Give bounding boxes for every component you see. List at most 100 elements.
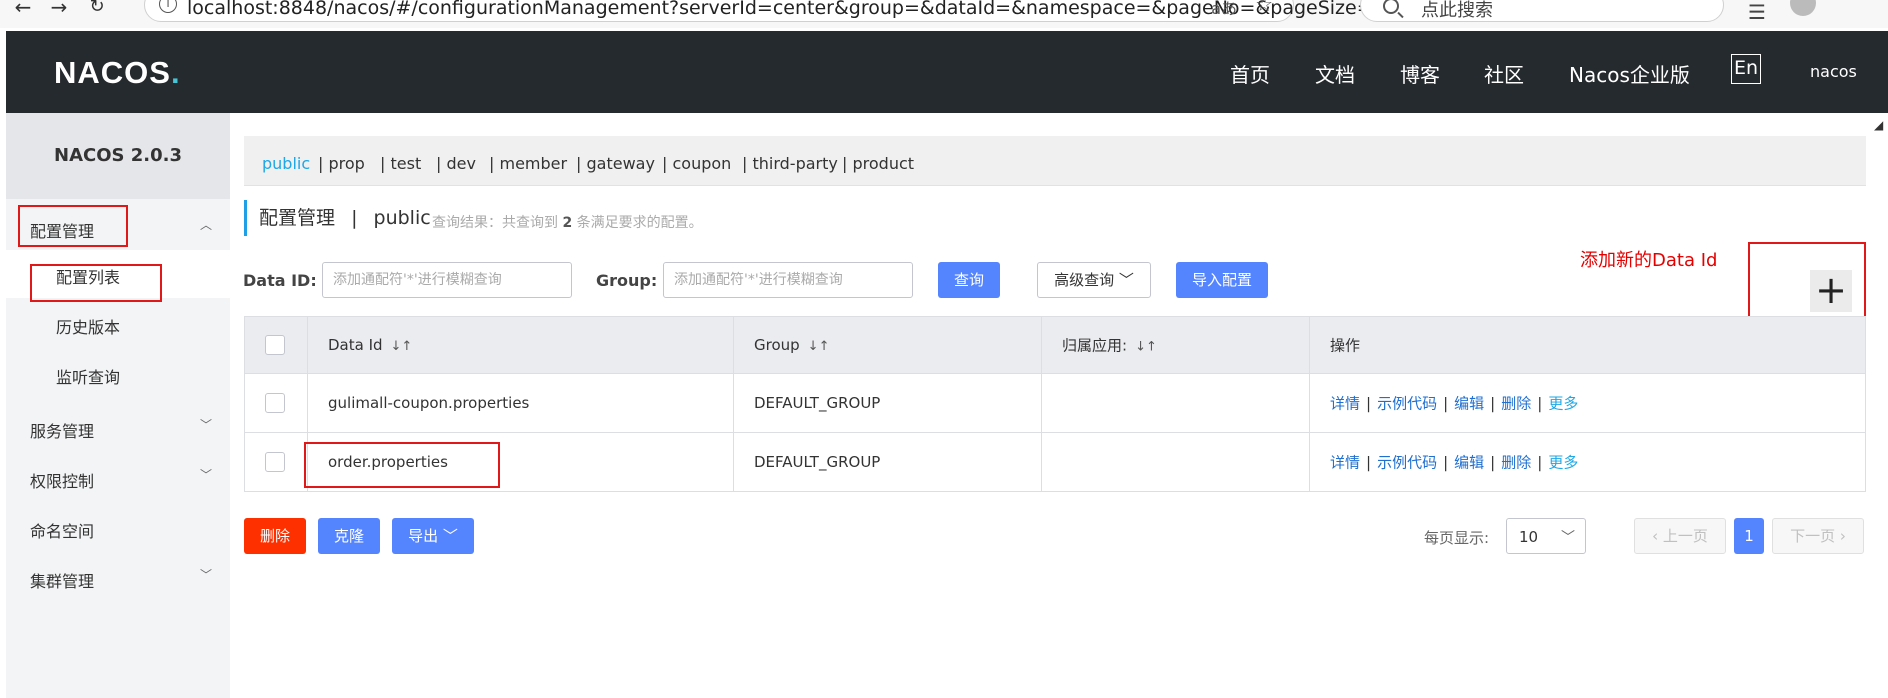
sidebar-item-label: 历史版本 bbox=[56, 318, 121, 337]
batch-delete-button[interactable]: 删除 bbox=[244, 518, 306, 554]
browser-search-placeholder: 点此搜索 bbox=[1421, 0, 1493, 21]
cell-data-id: gulimall-coupon.properties bbox=[307, 374, 733, 432]
favorite-star-icon[interactable]: ☆ bbox=[1255, 0, 1273, 16]
more-link[interactable]: 更多 bbox=[1548, 395, 1578, 413]
sidebar: NACOS 2.0.3 配置管理 ︿ 配置列表 历史版本 监听查询 服务管理 ﹀… bbox=[6, 113, 230, 698]
delete-link[interactable]: 删除 bbox=[1501, 454, 1531, 472]
cell-operations: 详情 | 示例代码 | 编辑 | 删除 | 更多 bbox=[1309, 374, 1865, 432]
sidebar-item-permission[interactable]: 权限控制 ﹀ bbox=[6, 458, 230, 498]
nav-enterprise[interactable]: Nacos企业版 bbox=[1569, 59, 1690, 88]
more-link[interactable]: 更多 bbox=[1548, 454, 1578, 472]
table-row: gulimall-coupon.properties DEFAULT_GROUP… bbox=[244, 374, 1866, 433]
page-title: 配置管理 | public bbox=[244, 200, 431, 236]
sidebar-version-title: NACOS 2.0.3 bbox=[6, 113, 230, 199]
group-search-input[interactable] bbox=[663, 262, 913, 298]
detail-link[interactable]: 详情 bbox=[1330, 395, 1360, 413]
current-page-button[interactable]: 1 bbox=[1734, 518, 1764, 554]
edit-link[interactable]: 编辑 bbox=[1454, 395, 1484, 413]
browser-toolbar: ← → ↻ i localhost:8848/nacos/#/configura… bbox=[0, 0, 1888, 28]
sidebar-item-label: 权限控制 bbox=[30, 472, 95, 491]
query-button[interactable]: 查询 bbox=[938, 262, 1000, 298]
chevron-left-icon: ‹ bbox=[1652, 527, 1659, 545]
chevron-right-icon: › bbox=[1839, 527, 1846, 545]
nav-home[interactable]: 首页 bbox=[1230, 59, 1270, 88]
sidebar-item-cluster[interactable]: 集群管理 ﹀ bbox=[6, 558, 230, 598]
add-config-plus-button[interactable]: + bbox=[1810, 270, 1852, 312]
import-config-button[interactable]: 导入配置 bbox=[1176, 262, 1268, 298]
namespace-public[interactable]: public bbox=[262, 154, 310, 173]
chevron-down-icon: ﹀ bbox=[1561, 530, 1575, 546]
cell-group: DEFAULT_GROUP bbox=[733, 433, 1041, 491]
address-bar[interactable]: i localhost:8848/nacos/#/configurationMa… bbox=[144, 0, 1495, 22]
export-button[interactable]: 导出 ﹀ bbox=[392, 518, 474, 554]
namespace-prop[interactable]: | prop bbox=[318, 154, 365, 173]
nacos-logo[interactable]: NACOS. bbox=[54, 55, 181, 91]
sidebar-item-history[interactable]: 历史版本 bbox=[6, 300, 230, 348]
delete-link[interactable]: 删除 bbox=[1501, 395, 1531, 413]
group-filter-label: Group: bbox=[596, 271, 658, 290]
next-page-button[interactable]: 下一页 › bbox=[1772, 518, 1864, 554]
sidebar-item-listener[interactable]: 监听查询 bbox=[6, 350, 230, 398]
header-group[interactable]: Group ↓↑ bbox=[733, 317, 1041, 373]
nav-community[interactable]: 社区 bbox=[1484, 59, 1524, 88]
sidebar-item-label: 监听查询 bbox=[56, 368, 121, 387]
top-navigation: NACOS. 首页 文档 博客 社区 Nacos企业版 En nacos bbox=[6, 31, 1888, 113]
sidebar-item-service-management[interactable]: 服务管理 ﹀ bbox=[6, 408, 230, 448]
address-url: localhost:8848/nacos/#/configurationMana… bbox=[187, 0, 1496, 19]
sample-code-link[interactable]: 示例代码 bbox=[1377, 395, 1437, 413]
favorites-list-icon[interactable]: ☰ bbox=[1748, 0, 1766, 24]
namespace-dev[interactable]: | dev bbox=[436, 154, 476, 173]
cell-group: DEFAULT_GROUP bbox=[733, 374, 1041, 432]
prev-page-button[interactable]: ‹ 上一页 bbox=[1634, 518, 1726, 554]
sidebar-item-namespace[interactable]: 命名空间 bbox=[6, 508, 230, 548]
table-header: Data Id ↓↑ Group ↓↑ 归属应用: ↓↑ 操作 bbox=[244, 316, 1866, 374]
row-checkbox[interactable] bbox=[265, 452, 285, 472]
sidebar-item-label: 服务管理 bbox=[30, 422, 95, 441]
namespace-gateway[interactable]: | gateway bbox=[576, 154, 655, 173]
user-name[interactable]: nacos bbox=[1810, 62, 1857, 81]
edit-link[interactable]: 编辑 bbox=[1454, 454, 1484, 472]
browser-search-box[interactable]: 点此搜索 bbox=[1360, 0, 1724, 22]
chevron-up-icon: ︿ bbox=[199, 218, 212, 232]
nav-docs[interactable]: 文档 bbox=[1315, 59, 1355, 88]
forward-arrow-icon[interactable]: → bbox=[46, 0, 72, 20]
namespace-member[interactable]: | member bbox=[489, 154, 567, 173]
nav-blog[interactable]: 博客 bbox=[1400, 59, 1440, 88]
sort-icon[interactable]: ↓↑ bbox=[391, 339, 413, 354]
annotation-add-data-id: 添加新的Data Id bbox=[1580, 250, 1718, 271]
chevron-down-icon: ﹀ bbox=[442, 527, 458, 545]
sidebar-item-label: 命名空间 bbox=[30, 522, 95, 541]
namespace-bar: public | prop | test | dev | member | ga… bbox=[244, 136, 1866, 186]
header-data-id[interactable]: Data Id ↓↑ bbox=[307, 317, 733, 373]
row-checkbox[interactable] bbox=[265, 393, 285, 413]
refresh-icon[interactable]: ↻ bbox=[84, 0, 110, 20]
dataid-filter-label: Data ID: bbox=[243, 271, 317, 290]
read-aloud-icon[interactable]: aあ bbox=[1211, 0, 1237, 19]
dataid-search-input[interactable] bbox=[322, 262, 572, 298]
back-arrow-icon[interactable]: ← bbox=[10, 0, 36, 20]
cell-app bbox=[1041, 374, 1309, 432]
header-operations: 操作 bbox=[1309, 317, 1865, 373]
chevron-down-icon: ﹀ bbox=[199, 468, 212, 482]
namespace-coupon[interactable]: | coupon bbox=[662, 154, 731, 173]
namespace-third-party[interactable]: | third-party bbox=[742, 154, 838, 173]
select-all-checkbox[interactable] bbox=[265, 335, 285, 355]
detail-link[interactable]: 详情 bbox=[1330, 454, 1360, 472]
chevron-down-icon: ﹀ bbox=[199, 568, 212, 582]
per-page-label: 每页显示: bbox=[1424, 529, 1490, 547]
clone-button[interactable]: 克隆 bbox=[318, 518, 380, 554]
namespace-product[interactable]: | product bbox=[842, 154, 914, 173]
profile-avatar-icon[interactable] bbox=[1790, 0, 1816, 16]
sort-icon[interactable]: ↓↑ bbox=[1135, 340, 1157, 355]
search-icon bbox=[1383, 0, 1399, 14]
header-app[interactable]: 归属应用: ↓↑ bbox=[1041, 317, 1309, 373]
sort-icon[interactable]: ↓↑ bbox=[808, 339, 830, 354]
advanced-query-button[interactable]: 高级查询 ﹀ bbox=[1037, 262, 1151, 298]
chevron-down-icon: ﹀ bbox=[1118, 271, 1134, 289]
chevron-down-icon: ﹀ bbox=[199, 418, 212, 432]
sample-code-link[interactable]: 示例代码 bbox=[1377, 454, 1437, 472]
per-page-select[interactable]: 10 ﹀ bbox=[1506, 518, 1586, 554]
namespace-test[interactable]: | test bbox=[380, 154, 421, 173]
info-icon[interactable]: i bbox=[159, 0, 177, 13]
language-switch-button[interactable]: En bbox=[1731, 54, 1761, 84]
